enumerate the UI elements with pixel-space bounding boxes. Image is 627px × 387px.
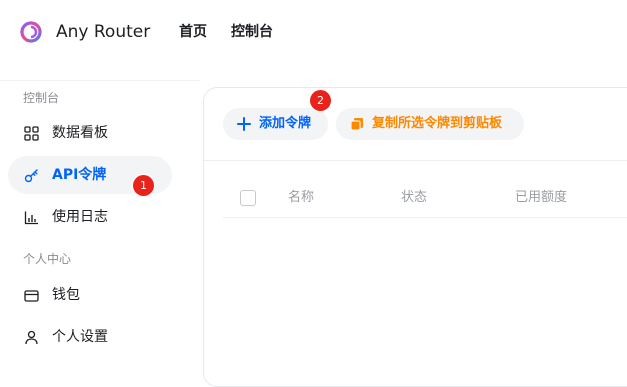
sidebar-item-personal-settings[interactable]: 个人设置	[8, 318, 172, 356]
sidebar-divider	[0, 80, 200, 81]
nav-home-link[interactable]: 首页	[179, 22, 207, 42]
key-icon	[24, 169, 38, 183]
nav-console-link[interactable]: 控制台	[231, 22, 273, 42]
add-token-label: 添加令牌	[259, 116, 312, 131]
section-title-personal: 个人中心	[23, 252, 72, 266]
toolbar-divider	[204, 160, 627, 161]
sidebar-item-label: 钱包	[52, 287, 80, 303]
copy-selected-tokens-button[interactable]: 复制所选令牌到剪贴板	[336, 108, 524, 140]
bar-chart-icon	[24, 211, 38, 225]
logo-icon[interactable]	[20, 21, 42, 43]
sidebar-item-label: 使用日志	[52, 209, 108, 225]
copy-icon	[350, 118, 363, 131]
add-token-button[interactable]: 添加令牌	[223, 108, 328, 140]
sidebar-item-wallet[interactable]: 钱包	[8, 276, 172, 314]
plus-icon	[237, 117, 251, 131]
section-title-console: 控制台	[23, 91, 60, 105]
sidebar-item-label: 个人设置	[52, 329, 108, 345]
sidebar-item-label: API令牌	[52, 167, 107, 183]
sidebar-item-usage-logs[interactable]: 使用日志	[8, 198, 172, 236]
column-header-name[interactable]: 名称	[288, 189, 314, 207]
annotation-badge-2: 2	[310, 90, 331, 111]
user-icon	[25, 330, 38, 345]
copy-selected-tokens-label: 复制所选令牌到剪贴板	[372, 116, 503, 131]
column-header-used-quota[interactable]: 已用额度	[515, 189, 567, 207]
brand-name[interactable]: Any Router	[56, 20, 150, 44]
dashboard-grid-icon	[24, 126, 39, 141]
sidebar-item-label: 数据看板	[52, 125, 108, 141]
top-header: Any Router 首页 控制台	[0, 0, 627, 64]
annotation-badge-1: 1	[133, 175, 154, 196]
select-all-checkbox[interactable]	[240, 190, 256, 206]
sidebar-item-dashboard[interactable]: 数据看板	[8, 114, 172, 152]
column-header-status[interactable]: 状态	[401, 189, 427, 207]
wallet-icon	[24, 290, 39, 302]
